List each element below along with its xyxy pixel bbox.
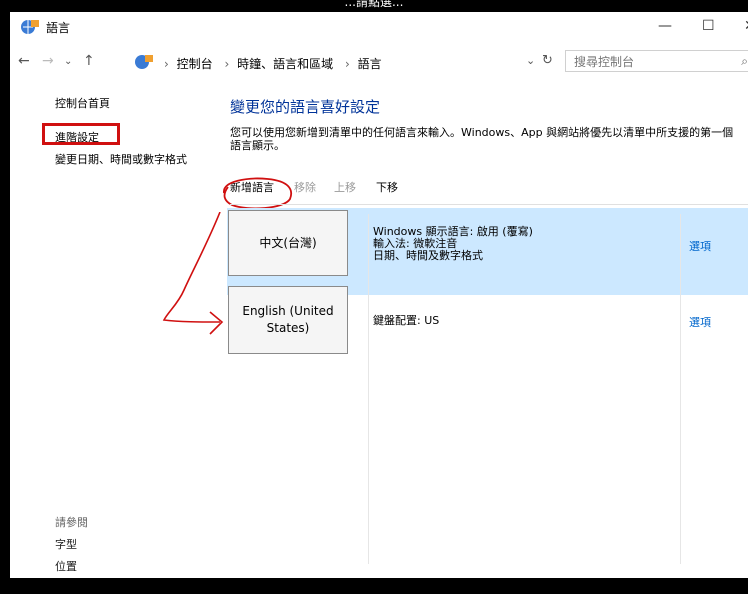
breadcrumb-chevron-icon: ›	[224, 57, 230, 71]
forward-arrow-icon[interactable]: →	[42, 53, 54, 69]
description: 您可以使用您新增到清單中的任何語言來輸入。Windows、App 與網站將優先以…	[230, 126, 748, 152]
language-app-icon	[21, 20, 39, 34]
see-also-heading: 請參閱	[55, 516, 88, 529]
control-panel-icon	[135, 55, 153, 69]
close-button[interactable]: ✕	[744, 18, 748, 34]
search-input[interactable]	[566, 52, 722, 72]
search-icon[interactable]: ⌕	[741, 54, 748, 69]
options-link[interactable]: 選項	[689, 238, 711, 254]
toolbar-divider	[230, 204, 748, 205]
breadcrumb-clock-region[interactable]: 時鐘、語言和區域	[237, 57, 333, 71]
language-info: Windows 顯示語言: 啟用 (覆寫) 輸入法: 微軟注音 日期、時間及數字…	[373, 226, 533, 262]
breadcrumb: › 控制台 › 時鐘、語言和區域 › 語言	[160, 55, 386, 72]
minimize-button[interactable]: —	[658, 18, 672, 34]
column-divider	[368, 214, 369, 564]
annotation-circle	[223, 177, 292, 210]
window-title: 語言	[46, 21, 71, 35]
top-caption: ...請點選...	[344, 0, 404, 9]
options-link[interactable]: 選項	[689, 314, 711, 330]
recent-dropdown-icon[interactable]: ⌄	[64, 56, 72, 67]
description-line: 您可以使用您新增到清單中的任何語言來輸入。Windows、App 與網站將優先以…	[230, 126, 734, 139]
language-info: 鍵盤配置: US	[373, 315, 439, 327]
annotation-highlight-box	[42, 123, 120, 145]
language-info-line: 鍵盤配置: US	[373, 314, 440, 327]
breadcrumb-language[interactable]: 語言	[358, 57, 382, 71]
remove-button[interactable]: 移除	[294, 179, 316, 195]
language-window: 語言 — ☐ ✕ ← → ⌄ ↑ › 控制台 › 時鐘、語言和區域 › 語言 ⌄…	[10, 12, 748, 578]
move-up-button[interactable]: 上移	[334, 179, 356, 195]
title-bar: 語言 — ☐ ✕	[10, 12, 748, 42]
move-down-button[interactable]: 下移	[376, 179, 398, 195]
language-info-line: 日期、時間及數字格式	[373, 249, 483, 262]
column-divider	[680, 214, 681, 564]
nav-change-date-time-format[interactable]: 變更日期、時間或數字格式	[55, 151, 187, 167]
maximize-button[interactable]: ☐	[702, 18, 715, 34]
breadcrumb-control-panel[interactable]: 控制台	[177, 57, 213, 71]
language-name: 中文(台灣)	[259, 235, 317, 250]
breadcrumb-chevron-icon: ›	[344, 57, 350, 71]
page-title: 變更您的語言喜好設定	[230, 98, 381, 116]
back-arrow-icon[interactable]: ←	[18, 53, 30, 69]
see-also-location-link[interactable]: 位置	[55, 558, 77, 574]
up-arrow-icon[interactable]: ↑	[83, 53, 95, 69]
refresh-icon[interactable]: ↻	[542, 53, 553, 68]
search-box[interactable]: ⌕	[565, 50, 748, 72]
see-also-fonts-link[interactable]: 字型	[55, 536, 77, 552]
annotation-arrow	[162, 212, 224, 335]
address-bar: ← → ⌄ ↑ › 控制台 › 時鐘、語言和區域 › 語言 ⌄ ↻ ⌕	[10, 50, 748, 74]
nav-control-panel-home[interactable]: 控制台首頁	[55, 95, 110, 111]
address-dropdown-icon[interactable]: ⌄	[526, 54, 535, 67]
description-line: 語言顯示。	[230, 139, 285, 152]
breadcrumb-chevron-icon: ›	[164, 57, 169, 71]
